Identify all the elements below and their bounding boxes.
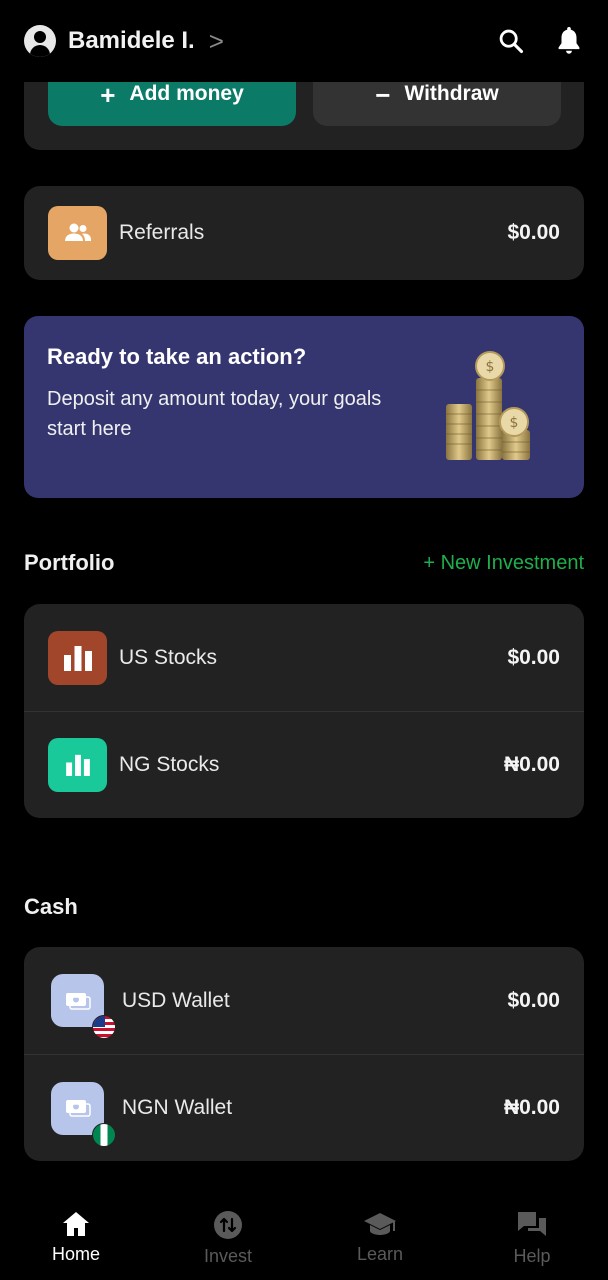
- bar-chart-icon: [48, 738, 107, 792]
- people-icon: [48, 206, 107, 260]
- bottom-nav: Home Invest Learn Help: [0, 1190, 608, 1280]
- nav-help[interactable]: Help: [456, 1190, 608, 1280]
- us-flag-icon: [92, 1015, 116, 1039]
- referrals-card[interactable]: Referrals $0.00: [24, 186, 584, 280]
- portfolio-item-value: $0.00: [507, 645, 560, 669]
- withdraw-label: Withdraw: [404, 82, 499, 105]
- search-icon[interactable]: [496, 26, 526, 56]
- invest-icon: [214, 1211, 242, 1239]
- user-name[interactable]: Bamidele I.: [68, 27, 195, 55]
- top-bar: Bamidele I. >: [0, 0, 608, 82]
- wallet-icon: [51, 1081, 116, 1147]
- portfolio-item-value: ₦0.00: [503, 753, 560, 776]
- nav-label: Home: [51, 1244, 100, 1264]
- referrals-row[interactable]: Referrals $0.00: [24, 186, 584, 280]
- cash-title: Cash: [24, 894, 78, 919]
- wallet-value: $0.00: [507, 988, 560, 1012]
- nav-invest[interactable]: Invest: [152, 1190, 304, 1280]
- coins-illustration: $ $: [446, 351, 530, 460]
- portfolio-item-us-stocks[interactable]: US Stocks $0.00: [24, 604, 584, 711]
- nav-home[interactable]: Home: [0, 1190, 152, 1280]
- wallet-item-usd[interactable]: USD Wallet $0.00: [24, 947, 584, 1054]
- bell-icon[interactable]: [554, 26, 584, 56]
- nigeria-flag-icon: [92, 1122, 116, 1147]
- svg-text:$: $: [510, 415, 519, 431]
- plus-icon: +: [100, 80, 116, 110]
- chat-bubbles-icon: [518, 1212, 546, 1236]
- portfolio-item-ng-stocks[interactable]: NG Stocks ₦0.00: [24, 711, 584, 818]
- chevron-right-icon[interactable]: >: [209, 28, 224, 54]
- profile-icon[interactable]: [24, 25, 56, 57]
- new-investment-link[interactable]: + New Investment: [423, 552, 584, 575]
- promo-banner[interactable]: Ready to take an action? Deposit any amo…: [24, 316, 584, 498]
- add-money-label: Add money: [129, 82, 244, 105]
- referrals-value: $0.00: [507, 221, 560, 244]
- wallet-value: ₦0.00: [503, 1096, 560, 1119]
- referrals-label: Referrals: [119, 221, 205, 244]
- wallet-item-ngn[interactable]: NGN Wallet ₦0.00: [24, 1054, 584, 1161]
- svg-text:$: $: [486, 359, 495, 375]
- minus-icon: −: [375, 80, 391, 110]
- promo-text: Deposit any amount today, your goals sta…: [47, 388, 382, 440]
- wallet-label: USD Wallet: [122, 988, 230, 1012]
- bar-chart-icon: [48, 630, 107, 685]
- nav-learn[interactable]: Learn: [304, 1190, 456, 1280]
- nav-label: Learn: [356, 1244, 404, 1264]
- portfolio-title: Portfolio: [24, 550, 115, 575]
- graduation-cap-icon: [364, 1213, 396, 1235]
- portfolio-item-label: NG Stocks: [119, 753, 220, 776]
- portfolio-item-label: US Stocks: [119, 645, 218, 669]
- wallet-label: NGN Wallet: [122, 1096, 233, 1119]
- wallet-icon: [51, 974, 116, 1039]
- home-icon: [63, 1212, 89, 1236]
- portfolio-card: US Stocks $0.00 NG Stocks ₦0.00: [24, 604, 584, 818]
- nav-label: Invest: [203, 1246, 253, 1266]
- nav-label: Help: [513, 1246, 551, 1266]
- cash-card: USD Wallet $0.00 NGN Wallet ₦0.00: [24, 947, 584, 1161]
